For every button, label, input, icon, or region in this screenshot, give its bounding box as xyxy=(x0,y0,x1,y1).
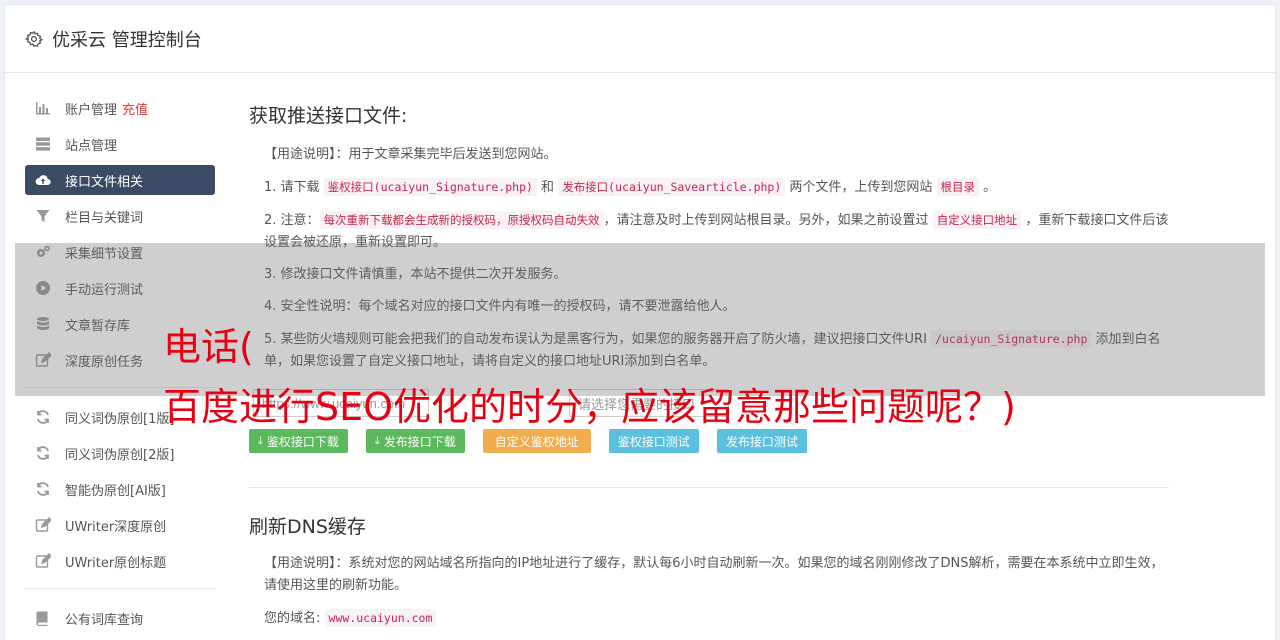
sidebar-item-label: 接口文件相关 xyxy=(65,174,144,190)
overlay-text-line1: 电话( xyxy=(163,325,254,369)
cloud-upload-icon xyxy=(35,175,51,186)
refresh-icon xyxy=(37,410,49,424)
publish-file-name: 发布接口(ucaiyun_Savearticle.php) xyxy=(558,178,786,196)
gear-icon xyxy=(25,30,43,47)
auth-download-button[interactable]: ⤓ 鉴权接口下载 xyxy=(249,429,348,453)
custom-url-code: 自定义接口地址 xyxy=(932,211,1022,229)
sidebar-item-interface-files[interactable]: 接口文件相关 xyxy=(25,165,215,195)
section-title-interface-files: 获取推送接口文件: xyxy=(249,105,408,127)
sidebar-item-label: 栏目与关键词 xyxy=(65,210,144,226)
sidebar-item-label: 同义词伪原创[2版] xyxy=(65,447,175,463)
overlay-text-line2: 百度进行SEO优化的时分，应该留意那些问题呢？) xyxy=(163,385,1016,429)
edit-icon xyxy=(35,553,51,568)
sidebar-item-public-lexicon[interactable]: 公有词库查询 xyxy=(25,603,215,633)
sidebar-item-synonym-v2[interactable]: 同义词伪原创[2版] xyxy=(25,438,215,468)
sidebar-item-label: 公有词库查询 xyxy=(65,612,144,628)
book-icon xyxy=(36,611,48,626)
publish-download-button[interactable]: ⤓ 发布接口下载 xyxy=(365,429,465,453)
download-icon: ⤓ xyxy=(374,434,380,447)
domain-value: www.ucaiyun.com xyxy=(324,609,437,627)
usage-text: ：用于文章采集完毕后发送到您网站。 xyxy=(335,147,557,162)
refresh-icon xyxy=(37,482,49,496)
sidebar-item-label: 站点管理 xyxy=(65,138,118,154)
sidebar-item-label: UWriter深度原创 xyxy=(65,519,167,535)
sidebar-item-label: 同义词伪原创[1版] xyxy=(65,411,175,427)
sidebar-item-sites[interactable]: 站点管理 xyxy=(25,129,215,159)
refresh-icon xyxy=(37,446,49,460)
auth-test-button[interactable]: 鉴权接口测试 xyxy=(608,429,699,453)
bar-chart-icon xyxy=(36,102,50,115)
section-divider xyxy=(249,487,1169,488)
edit-icon xyxy=(35,517,51,532)
step-text: 。 xyxy=(979,180,997,195)
sidebar-item-uwriter-deep[interactable]: UWriter深度原创 xyxy=(25,510,215,540)
step-text: ，请注意及时上传到网站根目录。另外，如果之前设置过 xyxy=(603,213,933,228)
step-text: 和 xyxy=(536,180,559,195)
section-title-dns: 刷新DNS缓存 xyxy=(249,516,366,538)
auth-file-name: 鉴权接口(ucaiyun_Signature.php) xyxy=(323,178,537,196)
sidebar-item-label: UWriter原创标题 xyxy=(65,555,167,571)
root-dir: 根目录 xyxy=(936,178,980,196)
custom-auth-url-button[interactable]: 自定义鉴权地址 xyxy=(482,429,591,453)
header: 优采云 管理控制台 xyxy=(5,5,1275,73)
step-text: 2. 注意： xyxy=(264,213,320,228)
domain-row: 您的域名: www.ucaiyun.com xyxy=(249,607,1169,630)
dns-usage-note: 【用途说明】：系统对您的网站域名所指向的IP地址进行了缓存，默认每6小时自动刷新… xyxy=(249,553,1169,597)
usage-note: 【用途说明】：用于文章采集完毕后发送到您网站。 xyxy=(249,144,1169,166)
sidebar-item-account[interactable]: 账户管理 充值 xyxy=(25,93,215,123)
step-text: 1. 请下载 xyxy=(264,180,324,195)
sidebar-item-ai-original[interactable]: 智能伪原创[AI版] xyxy=(25,474,215,504)
overlay-banner xyxy=(15,243,1265,396)
step-1: 1. 请下载 鉴权接口(ucaiyun_Signature.php) 和 发布接… xyxy=(249,176,1169,199)
download-icon: ⤓ xyxy=(258,434,263,447)
usage-label: 【用途说明】 xyxy=(264,556,336,571)
sidebar-item-label: 账户管理 xyxy=(65,102,118,118)
sidebar-item-columns-keywords[interactable]: 栏目与关键词 xyxy=(25,201,215,231)
usage-label: 【用途说明】 xyxy=(264,147,336,162)
sidebar-item-uwriter-title[interactable]: UWriter原创标题 xyxy=(25,546,215,576)
step-text: 两个文件，上传到您网站 xyxy=(785,180,937,195)
interface-buttons: ⤓ 鉴权接口下载 ⤓ 发布接口下载 自定义鉴权地址 鉴权接口测试 发布接口测试 xyxy=(249,429,1169,453)
server-icon xyxy=(36,137,50,151)
warning-code: 每次重新下载都会生成新的授权码，原授权码自动失效 xyxy=(319,211,604,229)
domain-label: 您的域名: xyxy=(264,611,321,626)
sidebar-divider xyxy=(25,588,215,589)
publish-test-button[interactable]: 发布接口测试 xyxy=(716,429,807,453)
page-title: 优采云 管理控制台 xyxy=(52,29,202,51)
recharge-link[interactable]: 充值 xyxy=(122,99,148,118)
button-label: 鉴权接口下载 xyxy=(266,434,339,449)
usage-text: ：系统对您的网站域名所指向的IP地址进行了缓存，默认每6小时自动刷新一次。如果您… xyxy=(264,556,1164,593)
button-label: 发布接口下载 xyxy=(383,434,456,449)
sidebar-item-label: 智能伪原创[AI版] xyxy=(65,483,166,499)
filter-icon xyxy=(36,210,50,222)
